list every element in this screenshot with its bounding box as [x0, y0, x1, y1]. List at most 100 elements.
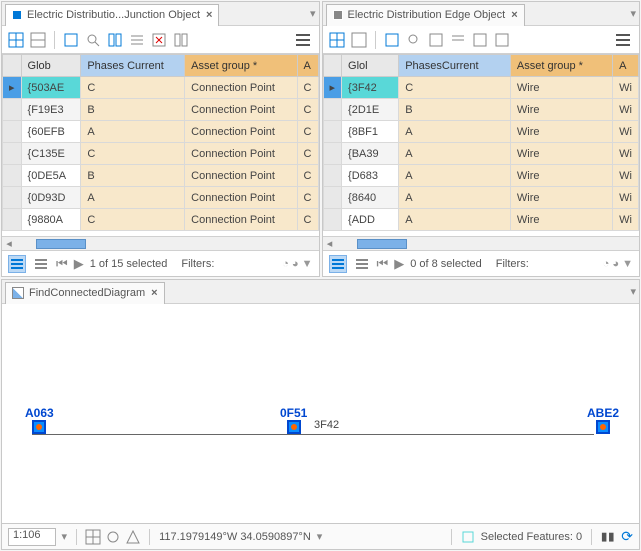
tool6-icon[interactable]: [494, 32, 510, 48]
cell-last[interactable]: C: [297, 165, 318, 187]
cell-last[interactable]: C: [297, 187, 318, 209]
tool3-icon[interactable]: [428, 32, 444, 48]
cell-phase[interactable]: B: [81, 165, 185, 187]
cell-phase[interactable]: C: [81, 143, 185, 165]
table-row[interactable]: {C135E C Connection Point C: [3, 143, 319, 165]
tab-menu-icon[interactable]: ▾: [630, 285, 636, 298]
cell-glob[interactable]: {2D1E: [342, 99, 399, 121]
tab-edge[interactable]: Electric Distribution Edge Object ×: [326, 4, 525, 26]
pause-icon[interactable]: ▮▮: [601, 530, 615, 543]
tool2-icon[interactable]: [406, 32, 422, 48]
row-handle[interactable]: [323, 121, 342, 143]
cell-asset[interactable]: Connection Point: [185, 121, 297, 143]
cell-last[interactable]: Wi: [613, 99, 639, 121]
cell-last[interactable]: C: [297, 77, 318, 99]
tab-junction[interactable]: Electric Distributio...Junction Object ×: [5, 4, 219, 26]
col-last[interactable]: A: [613, 55, 639, 77]
cell-asset[interactable]: Wire: [510, 77, 612, 99]
cell-phase[interactable]: C: [81, 77, 185, 99]
cell-glob[interactable]: {D683: [342, 165, 399, 187]
table-row[interactable]: {BA39 A Wire Wi: [323, 143, 639, 165]
node-dot[interactable]: [287, 420, 301, 434]
cell-glob[interactable]: {C135E: [21, 143, 81, 165]
cell-asset[interactable]: Connection Point: [185, 187, 297, 209]
cell-phase[interactable]: B: [399, 99, 511, 121]
menu-icon[interactable]: [293, 34, 313, 46]
row-handle[interactable]: [323, 187, 342, 209]
snap-icon[interactable]: [106, 530, 120, 544]
table-row[interactable]: {F19E3 B Connection Point C: [3, 99, 319, 121]
row-handle[interactable]: [3, 209, 22, 231]
cell-asset[interactable]: Connection Point: [185, 143, 297, 165]
diagram-node[interactable]: A063: [25, 406, 54, 434]
cell-asset[interactable]: Wire: [510, 187, 612, 209]
tool4-icon[interactable]: [450, 32, 466, 48]
col-phases[interactable]: PhasesCurrent: [399, 55, 511, 77]
table-row[interactable]: {60EFB A Connection Point C: [3, 121, 319, 143]
row-handle[interactable]: ▸: [3, 77, 22, 99]
cell-phase[interactable]: A: [399, 209, 511, 231]
cell-asset[interactable]: Wire: [510, 143, 612, 165]
view-all-icon[interactable]: [8, 255, 26, 273]
row-handle[interactable]: [3, 143, 22, 165]
next-icon[interactable]: ▶: [74, 256, 84, 272]
cell-phase[interactable]: A: [399, 187, 511, 209]
cell-last[interactable]: C: [297, 99, 318, 121]
diagram-canvas[interactable]: 3F42 A0630F51ABE2: [2, 304, 639, 523]
view-sel-icon[interactable]: [32, 255, 50, 273]
cell-phase[interactable]: A: [399, 143, 511, 165]
grid-icon[interactable]: [86, 530, 100, 544]
col-glob[interactable]: Glol: [342, 55, 399, 77]
scale-dropdown-icon[interactable]: ▾: [62, 530, 68, 543]
close-icon[interactable]: ×: [206, 9, 212, 21]
table-row[interactable]: ▸ {503AE C Connection Point C: [3, 77, 319, 99]
scale-input[interactable]: 1:106: [8, 528, 56, 546]
cell-last[interactable]: C: [297, 143, 318, 165]
cell-glob[interactable]: {8BF1: [342, 121, 399, 143]
coords-dropdown-icon[interactable]: ▾: [317, 530, 323, 543]
col-asset[interactable]: Asset group *: [185, 55, 297, 77]
cell-glob[interactable]: {F19E3: [21, 99, 81, 121]
cell-last[interactable]: C: [297, 209, 318, 231]
diagram-node[interactable]: ABE2: [587, 406, 619, 434]
tool1-icon[interactable]: [384, 32, 400, 48]
cell-asset[interactable]: Wire: [510, 121, 612, 143]
filter-icons[interactable]: ◔ ◕ ▼: [282, 258, 312, 270]
cell-glob[interactable]: {8640: [342, 187, 399, 209]
col-asset[interactable]: Asset group *: [510, 55, 612, 77]
cell-glob[interactable]: {503AE: [21, 77, 81, 99]
cell-phase[interactable]: A: [81, 121, 185, 143]
h-scrollbar[interactable]: ◂: [323, 236, 640, 250]
cell-asset[interactable]: Wire: [510, 99, 612, 121]
cell-glob[interactable]: {0DE5A: [21, 165, 81, 187]
table-row[interactable]: {ADD A Wire Wi: [323, 209, 639, 231]
tab-menu-icon[interactable]: ▾: [630, 7, 636, 20]
table-row[interactable]: {8640 A Wire Wi: [323, 187, 639, 209]
tool1-icon[interactable]: [63, 32, 79, 48]
cell-glob[interactable]: {60EFB: [21, 121, 81, 143]
cell-asset[interactable]: Connection Point: [185, 209, 297, 231]
close-icon[interactable]: ×: [151, 287, 157, 299]
tab-menu-icon[interactable]: ▾: [310, 7, 316, 20]
cell-phase[interactable]: A: [399, 121, 511, 143]
cell-asset[interactable]: Wire: [510, 209, 612, 231]
first-icon[interactable]: ⏮: [56, 256, 68, 272]
cell-phase[interactable]: C: [81, 209, 185, 231]
cell-phase[interactable]: C: [399, 77, 511, 99]
row-handle[interactable]: [323, 165, 342, 187]
select-icon[interactable]: [461, 530, 475, 544]
row-handle[interactable]: [3, 121, 22, 143]
cell-glob[interactable]: {0D93D: [21, 187, 81, 209]
first-icon[interactable]: ⏮: [377, 256, 389, 272]
table-row[interactable]: {8BF1 A Wire Wi: [323, 121, 639, 143]
grid1-icon[interactable]: [329, 32, 345, 48]
row-handle[interactable]: [3, 165, 22, 187]
cell-asset[interactable]: Connection Point: [185, 165, 297, 187]
cell-asset[interactable]: Connection Point: [185, 77, 297, 99]
nav-icon[interactable]: [126, 530, 140, 544]
tool5-icon[interactable]: [472, 32, 488, 48]
col-phases[interactable]: Phases Current: [81, 55, 185, 77]
tool5-icon[interactable]: [151, 32, 167, 48]
filter-icons[interactable]: ◔ ◕ ▼: [603, 258, 633, 270]
row-handle[interactable]: ▸: [323, 77, 342, 99]
